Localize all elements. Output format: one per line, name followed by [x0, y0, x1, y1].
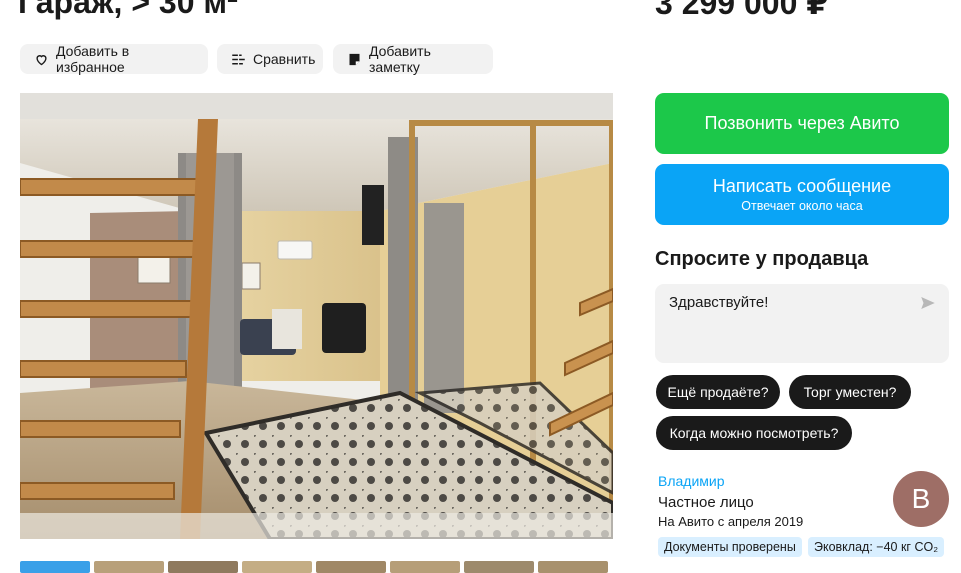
call-via-avito-button[interactable]: Позвонить через Авито	[655, 93, 949, 154]
thumbnail[interactable]	[242, 561, 312, 573]
avatar-letter: В	[911, 483, 931, 514]
call-label: Позвонить через Авито	[704, 113, 900, 133]
thumbnail[interactable]	[316, 561, 386, 573]
listing-price: 3 299 000 ₽	[655, 0, 829, 21]
room-photo-illustration	[20, 93, 613, 539]
add-to-favorites-button[interactable]: Добавить в избранное	[20, 43, 208, 75]
write-message-button[interactable]: Написать сообщение Отвечает около часа	[655, 164, 949, 225]
note-icon	[347, 52, 362, 67]
add-note-button[interactable]: Добавить заметку	[333, 43, 493, 75]
documents-verified-badge: Документы проверены	[658, 537, 802, 557]
note-label: Добавить заметку	[369, 43, 431, 75]
thumbnail[interactable]	[20, 561, 90, 573]
compare-icon	[231, 52, 246, 67]
avatar[interactable]: В	[893, 471, 949, 527]
main-photo[interactable]	[20, 93, 613, 539]
thumbnail[interactable]	[390, 561, 460, 573]
ask-message-input[interactable]: Здравствуйте!	[655, 284, 949, 363]
ask-seller-heading: Спросите у продавца	[655, 248, 869, 270]
thumbnail[interactable]	[94, 561, 164, 573]
seller-type: Частное лицо	[658, 494, 754, 511]
thumbnail-strip	[20, 561, 608, 573]
ask-message-value: Здравствуйте!	[669, 294, 769, 311]
message-label: Написать сообщение	[712, 176, 892, 196]
seller-name-link[interactable]: Владимир	[658, 473, 725, 489]
eco-contribution-badge: Эковклад: −40 кг CO₂	[808, 537, 945, 557]
seller-since: На Авито с апреля 2019	[658, 514, 804, 529]
thumbnail[interactable]	[464, 561, 534, 573]
compare-label: Сравнить	[253, 51, 316, 67]
send-icon[interactable]	[919, 294, 937, 312]
quick-question-viewing[interactable]: Когда можно посмотреть?	[656, 416, 852, 450]
message-sublabel: Отвечает около часа	[741, 199, 863, 213]
thumbnail[interactable]	[538, 561, 608, 573]
quick-question-still-selling[interactable]: Ещё продаёте?	[656, 375, 780, 409]
compare-button[interactable]: Сравнить	[217, 44, 323, 74]
heart-icon	[34, 52, 49, 67]
quick-question-bargain[interactable]: Торг уместен?	[789, 375, 911, 409]
listing-title: Гараж, > 30 м²	[18, 0, 238, 20]
thumbnail[interactable]	[168, 561, 238, 573]
favorite-label: Добавить в избранное	[56, 43, 130, 75]
